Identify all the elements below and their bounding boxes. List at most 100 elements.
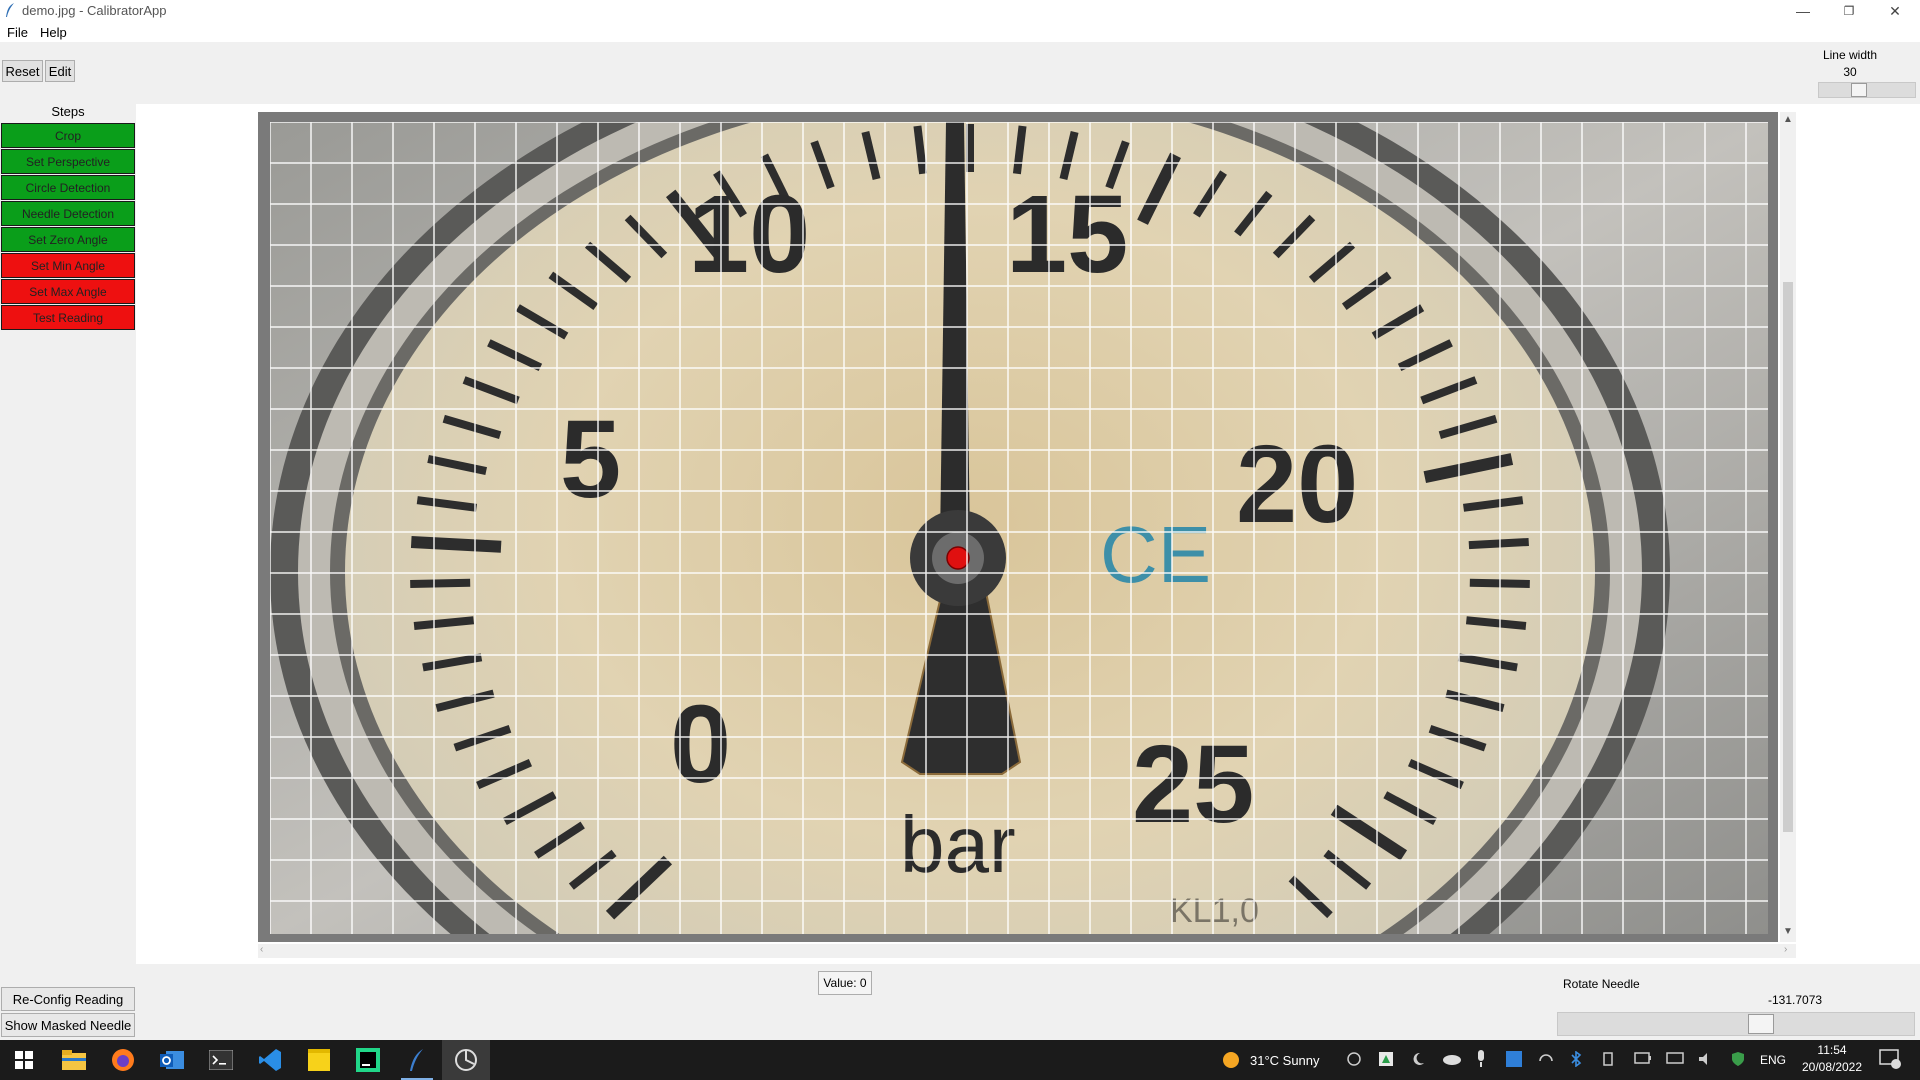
gauge-tick — [410, 578, 471, 589]
bluetooth-icon — [1571, 1050, 1582, 1068]
taskbar-terminal[interactable] — [197, 1040, 245, 1080]
restore-icon: ❐ — [1843, 4, 1855, 18]
tray-icon-11[interactable] — [1666, 1052, 1684, 1068]
vscode-icon — [259, 1049, 281, 1071]
menu-help[interactable]: Help — [40, 25, 67, 40]
scroll-down-icon[interactable]: ▼ — [1783, 926, 1793, 937]
rotate-needle-label: Rotate Needle — [1563, 977, 1640, 991]
drive-tray-icon — [1379, 1052, 1393, 1066]
firefox-icon — [112, 1049, 134, 1071]
notification-center-button[interactable] — [1878, 1048, 1906, 1074]
clock-date[interactable]: 20/08/2022 — [1796, 1060, 1868, 1074]
gauge-class-label: KL1,0 — [1170, 892, 1259, 930]
gauge-tick — [410, 535, 502, 553]
show-masked-needle-button[interactable]: Show Masked Needle — [1, 1013, 135, 1037]
taskbar-firefox[interactable] — [99, 1040, 147, 1080]
gauge-image[interactable]: 10 15 5 20 0 25 bar KL1,0 CE — [270, 122, 1768, 934]
sticky-notes-icon — [308, 1049, 330, 1071]
taskbar-vscode[interactable] — [246, 1040, 294, 1080]
clock-time[interactable]: 11:54 — [1800, 1043, 1864, 1057]
reset-button[interactable]: Reset — [2, 60, 43, 82]
restore-button[interactable]: ❐ — [1826, 0, 1872, 22]
gauge-tick — [1468, 537, 1529, 550]
step-test-reading[interactable]: Test Reading — [1, 305, 135, 330]
app-tray-icon — [1506, 1051, 1522, 1067]
gauge-tick — [1012, 125, 1027, 175]
scroll-right-icon[interactable]: › — [1784, 944, 1787, 955]
tray-icon-1[interactable] — [1346, 1051, 1364, 1069]
tray-icon-9[interactable] — [1602, 1051, 1616, 1069]
tray-icon-6[interactable] — [1506, 1051, 1524, 1069]
vertical-scrollbar[interactable]: ▲ ▼ — [1780, 112, 1796, 942]
rotate-needle-slider[interactable] — [1557, 1012, 1915, 1036]
pycharm-icon — [356, 1048, 380, 1072]
notification-icon — [1879, 1049, 1901, 1069]
value-display[interactable]: Value: 0 — [818, 971, 872, 995]
language-indicator[interactable]: ENG — [1760, 1053, 1786, 1067]
close-icon: ✕ — [1889, 2, 1901, 19]
gauge-number-15: 15 — [1006, 173, 1128, 296]
terminal-icon — [209, 1050, 233, 1070]
cloud-tray-icon — [1443, 1055, 1461, 1065]
gauge-svg[interactable]: 10 15 5 20 0 25 bar KL1,0 CE — [270, 122, 1768, 934]
outlook-icon — [160, 1051, 184, 1069]
taskbar-file-explorer[interactable] — [50, 1040, 98, 1080]
line-width-slider[interactable] — [1818, 82, 1916, 98]
vertical-scroll-thumb[interactable] — [1783, 282, 1793, 832]
tray-icon-8[interactable] — [1570, 1050, 1584, 1069]
tray-icon-12[interactable] — [1698, 1052, 1716, 1068]
weather-sun-icon — [1223, 1052, 1239, 1068]
ce-mark: CE — [1100, 510, 1211, 599]
minimize-icon: — — [1796, 3, 1810, 19]
headset-icon — [1539, 1054, 1553, 1062]
menu-bar: File Help — [0, 22, 1920, 42]
tray-icon-7[interactable] — [1538, 1051, 1556, 1069]
moon-tray-icon — [1413, 1052, 1424, 1065]
usb-icon — [1603, 1052, 1613, 1066]
tray-icon-4[interactable] — [1442, 1051, 1462, 1069]
scroll-left-icon[interactable]: ‹ — [260, 944, 263, 955]
reconfig-reading-button[interactable]: Re-Config Reading — [1, 987, 135, 1011]
close-button[interactable]: ✕ — [1872, 0, 1918, 22]
network-icon — [1666, 1052, 1684, 1064]
gauge-tick — [913, 125, 928, 175]
horizontal-scrollbar[interactable]: ‹ › — [258, 944, 1796, 958]
step-needle-detection[interactable]: Needle Detection — [1, 201, 135, 226]
tray-icon-2[interactable] — [1378, 1051, 1396, 1069]
circle-app-icon — [455, 1049, 477, 1071]
tray-icon-5[interactable] — [1476, 1050, 1490, 1070]
rotate-needle-value: -131.7073 — [1768, 993, 1823, 1007]
feather-icon — [410, 1049, 423, 1071]
title-bar: demo.jpg - CalibratorApp — ❐ ✕ — [0, 0, 1920, 22]
start-button[interactable] — [0, 1040, 48, 1080]
scroll-up-icon[interactable]: ▲ — [1783, 114, 1793, 125]
taskbar-outlook[interactable] — [148, 1040, 196, 1080]
step-set-max-angle[interactable]: Set Max Angle — [1, 279, 135, 304]
menu-file[interactable]: File — [7, 25, 28, 40]
line-width-slider-thumb[interactable] — [1851, 83, 1867, 97]
tray-icon-13[interactable] — [1730, 1051, 1748, 1069]
edit-button[interactable]: Edit — [45, 60, 75, 82]
step-set-zero-angle[interactable]: Set Zero Angle — [1, 227, 135, 252]
taskbar-sticky-notes[interactable] — [295, 1040, 343, 1080]
gauge-number-10: 10 — [688, 173, 810, 296]
minimize-button[interactable]: — — [1780, 0, 1826, 22]
feather-app-icon — [6, 3, 14, 17]
window-title: demo.jpg - CalibratorApp — [22, 3, 167, 18]
tray-icon-10[interactable] — [1634, 1052, 1652, 1068]
weather-text[interactable]: 31°C Sunny — [1250, 1053, 1320, 1068]
taskbar-pycharm[interactable] — [344, 1040, 392, 1080]
step-set-min-angle[interactable]: Set Min Angle — [1, 253, 135, 278]
step-set-perspective[interactable]: Set Perspective — [1, 149, 135, 174]
step-crop[interactable]: Crop — [1, 123, 135, 148]
line-width-label: Line width — [1822, 48, 1878, 62]
clock-tray-icon — [1347, 1052, 1361, 1066]
tray-icon-3[interactable] — [1410, 1051, 1428, 1069]
taskbar-calibrator-app[interactable] — [393, 1040, 441, 1080]
line-width-value: 30 — [1843, 65, 1857, 79]
step-circle-detection[interactable]: Circle Detection — [1, 175, 135, 200]
center-marker[interactable] — [946, 546, 970, 570]
taskbar-chrome-app[interactable] — [442, 1040, 490, 1080]
steps-title: Steps — [51, 104, 85, 119]
rotate-needle-slider-thumb[interactable] — [1748, 1014, 1774, 1034]
